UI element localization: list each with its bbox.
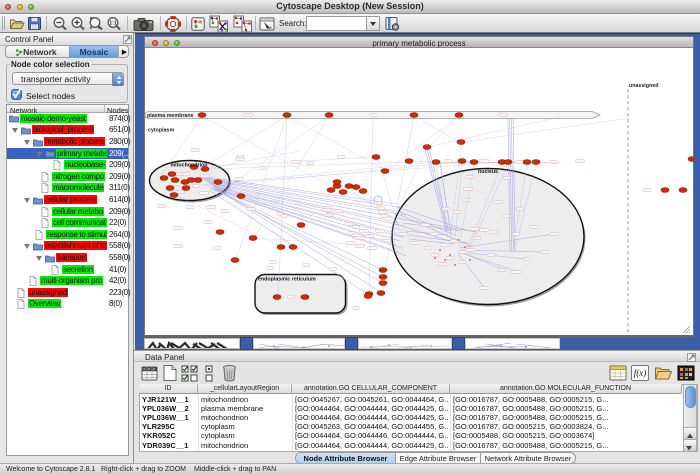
svg-text:cytoplasm: cytoplasm (148, 128, 174, 134)
svg-text:1:1: 1:1 (109, 21, 116, 27)
svg-text:mitochondrion: mitochondrion (170, 163, 207, 169)
svg-text:plasma membrane: plasma membrane (147, 113, 194, 119)
svg-text:endoplasmic reticulum: endoplasmic reticulum (258, 277, 316, 283)
svg-text:nucleus: nucleus (478, 169, 498, 175)
svg-text:unassigned: unassigned (629, 83, 658, 89)
